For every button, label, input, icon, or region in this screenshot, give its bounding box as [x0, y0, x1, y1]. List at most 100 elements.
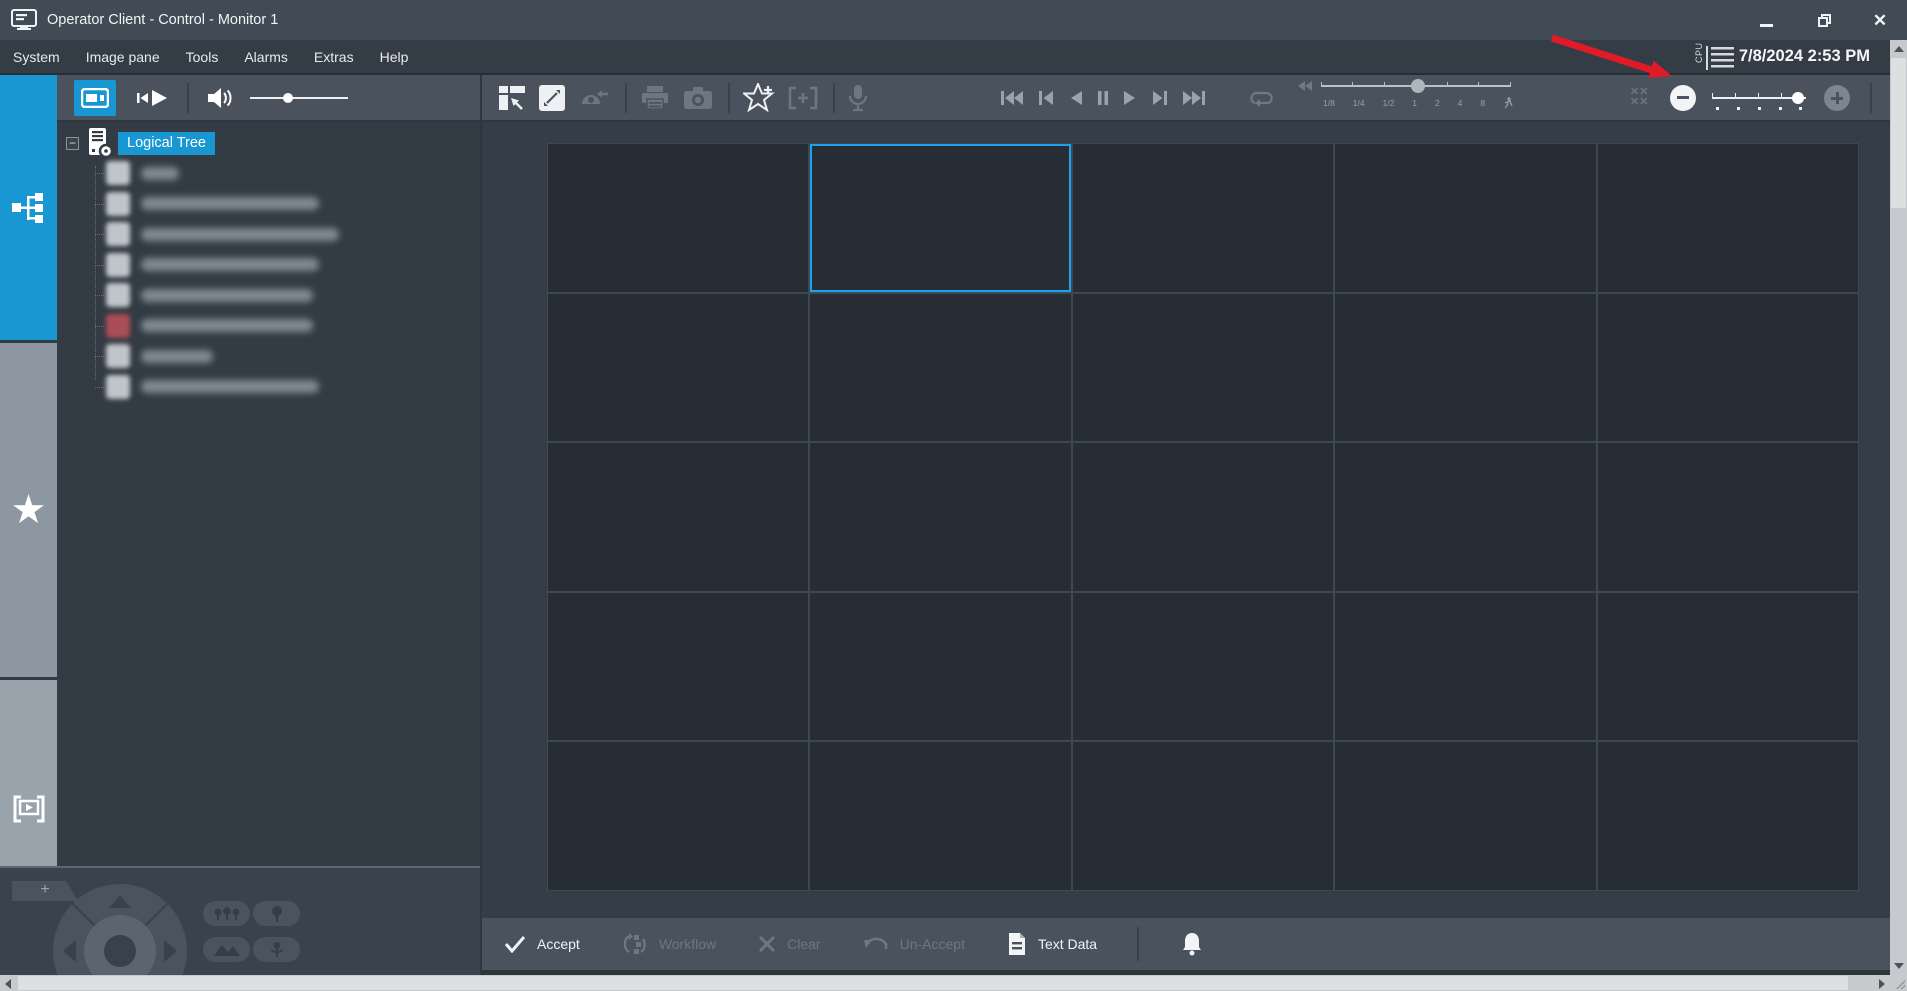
tree-item-blurred[interactable]	[57, 341, 482, 372]
image-pane-view-button[interactable]	[74, 80, 116, 116]
previous-alarm-button[interactable]	[578, 86, 610, 110]
image-pane[interactable]	[548, 593, 808, 741]
image-pane[interactable]	[810, 294, 1070, 442]
tree-item-blurred[interactable]	[57, 250, 482, 281]
step-forward-button[interactable]	[1151, 90, 1168, 106]
select-layout-button[interactable]	[498, 85, 526, 111]
image-pane[interactable]	[810, 443, 1070, 591]
menu-system[interactable]: System	[0, 49, 73, 65]
clear-button[interactable]: Clear	[758, 935, 820, 953]
tree-root-node[interactable]: Logical Tree	[57, 128, 215, 158]
scroll-up-icon[interactable]	[1894, 46, 1904, 52]
resize-grip-icon[interactable]	[1896, 980, 1905, 989]
step-back-button[interactable]	[1038, 90, 1055, 106]
image-pane[interactable]	[548, 443, 808, 591]
panel-splitter[interactable]	[480, 75, 482, 975]
add-favorite-button[interactable]	[743, 83, 775, 113]
image-pane[interactable]	[1073, 144, 1333, 292]
ptz-up-icon[interactable]	[109, 895, 131, 908]
menu-alarms[interactable]: Alarms	[231, 49, 301, 65]
sidebar-tab-favorites[interactable]: ★	[0, 343, 57, 677]
zoom-in-button[interactable]	[1824, 85, 1850, 111]
sidebar-tab-logical-tree[interactable]	[0, 75, 57, 340]
alarm-bell-button[interactable]	[1181, 932, 1203, 956]
image-pane[interactable]	[1073, 742, 1333, 890]
tree-item-blurred[interactable]	[57, 189, 482, 220]
focus-far-button[interactable]	[203, 937, 250, 962]
scroll-left-icon[interactable]	[5, 979, 11, 989]
audio-toggle-button[interactable]	[206, 86, 234, 110]
unaccept-button[interactable]: Un-Accept	[863, 935, 965, 953]
ptz-left-icon[interactable]	[63, 940, 76, 962]
ptz-add-tab[interactable]	[12, 881, 78, 901]
tree-item-blurred[interactable]	[57, 280, 482, 311]
image-pane[interactable]	[548, 294, 808, 442]
pane-zoom-slider[interactable]	[1712, 85, 1806, 111]
image-pane[interactable]	[1335, 294, 1595, 442]
focus-near-button[interactable]	[253, 937, 300, 962]
scroll-right-icon[interactable]	[1879, 979, 1885, 989]
microphone-button[interactable]	[848, 84, 868, 112]
loop-playback-button[interactable]	[1248, 89, 1276, 107]
zoom-wide-button[interactable]	[203, 901, 250, 926]
image-pane[interactable]	[1598, 742, 1858, 890]
pause-button[interactable]	[1097, 90, 1109, 106]
jump-to-end-button[interactable]	[1182, 90, 1206, 106]
menu-extras[interactable]: Extras	[301, 49, 367, 65]
ptz-joystick-center[interactable]	[104, 935, 136, 967]
tree-root-label[interactable]: Logical Tree	[118, 132, 215, 155]
accept-button[interactable]: Accept	[504, 935, 580, 953]
horizontal-scroll-thumb[interactable]	[18, 976, 1848, 990]
image-pane[interactable]	[548, 742, 808, 890]
close-all-panes-button[interactable]: ✕✕✕✕	[1630, 88, 1648, 107]
zoom-tele-button[interactable]	[253, 901, 300, 926]
play-button[interactable]	[1123, 90, 1137, 106]
minimize-button[interactable]	[1748, 0, 1784, 40]
speed-slider[interactable]	[1321, 85, 1511, 87]
text-data-button[interactable]: Text Data	[1007, 932, 1097, 956]
image-pane[interactable]	[1335, 443, 1595, 591]
snapshot-button[interactable]	[683, 86, 713, 110]
image-pane[interactable]	[1598, 144, 1858, 292]
image-pane[interactable]	[810, 742, 1070, 890]
instant-playback-button[interactable]	[136, 89, 168, 107]
image-pane[interactable]	[1335, 742, 1595, 890]
speed-slider-handle[interactable]	[1411, 79, 1425, 93]
image-pane[interactable]	[1335, 593, 1595, 741]
add-bookmark-button[interactable]	[788, 86, 818, 110]
vertical-scrollbar[interactable]	[1890, 40, 1907, 975]
tree-item-blurred[interactable]	[57, 219, 482, 250]
tree-item-blurred[interactable]	[57, 311, 482, 342]
pane-zoom-handle[interactable]	[1792, 92, 1804, 104]
image-pane[interactable]	[1073, 294, 1333, 442]
scroll-down-icon[interactable]	[1894, 963, 1904, 969]
close-button[interactable]: ✕	[1862, 0, 1898, 40]
image-pane[interactable]	[1598, 294, 1858, 442]
image-pane[interactable]	[1073, 593, 1333, 741]
jump-to-start-button[interactable]	[1000, 90, 1024, 106]
menu-help[interactable]: Help	[367, 49, 422, 65]
image-pane[interactable]	[810, 593, 1070, 741]
tree-item-blurred[interactable]	[57, 158, 482, 189]
collapse-expander-icon[interactable]	[66, 137, 79, 150]
volume-slider[interactable]	[250, 97, 348, 99]
image-pane[interactable]	[1073, 443, 1333, 591]
volume-slider-handle[interactable]	[283, 93, 293, 103]
image-pane-selected[interactable]	[810, 144, 1070, 292]
menu-image-pane[interactable]: Image pane	[73, 49, 173, 65]
ptz-right-icon[interactable]	[164, 940, 177, 962]
menu-tools[interactable]: Tools	[173, 49, 232, 65]
image-pane[interactable]	[1598, 443, 1858, 591]
image-pane[interactable]	[1598, 593, 1858, 741]
print-button[interactable]	[640, 85, 670, 111]
tree-item-blurred[interactable]	[57, 372, 482, 403]
maximize-pane-button[interactable]	[539, 85, 565, 111]
horizontal-scrollbar[interactable]	[0, 975, 1890, 991]
restore-button[interactable]	[1806, 0, 1842, 40]
image-pane[interactable]	[1335, 144, 1595, 292]
vertical-scroll-thumb[interactable]	[1891, 58, 1906, 208]
play-reverse-button[interactable]	[1069, 90, 1083, 106]
image-pane[interactable]	[548, 144, 808, 292]
zoom-out-button[interactable]	[1670, 85, 1696, 111]
workflow-button[interactable]: Workflow	[622, 932, 716, 956]
